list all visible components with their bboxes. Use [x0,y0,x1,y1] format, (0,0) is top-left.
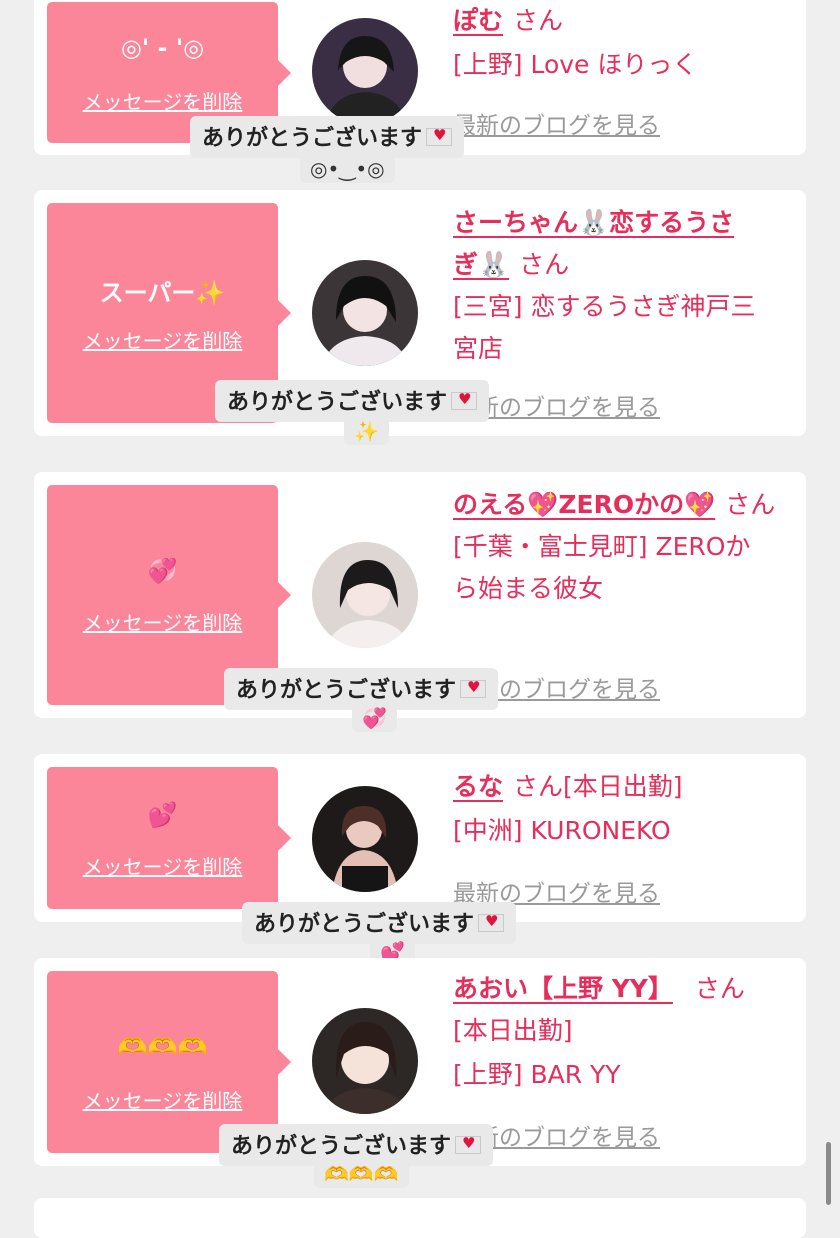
profile-name-link[interactable]: あおい【上野 YY】 [453,974,673,1003]
shop-name: [千葉・富士見町] ZEROか [453,532,751,561]
avatar[interactable] [312,260,418,366]
profile-info: のえる💖ZEROかの💖 さん [千葉・富士見町] ZEROか ら始まる彼女 [453,484,793,610]
gift-card: 💕 メッセージを削除 るな さん[本日出勤] [中洲] KURONEKO 最新のブ… [34,754,806,922]
honorific: さん [519,250,570,279]
latest-blog-link[interactable]: 最新のブログを見る [453,106,660,140]
love-letter-icon [455,1134,482,1154]
reply-text: ありがとうございます [236,678,457,703]
delete-message-link[interactable]: メッセージを削除 [47,325,278,354]
avatar[interactable] [312,542,418,648]
reply-emoji: 💞 [352,704,397,732]
message-text: 💞 [147,557,178,585]
reply-text: ありがとうございます [227,390,448,415]
avatar[interactable] [312,1008,418,1114]
reply-bubble: ありがとうございます [215,380,490,422]
avatar[interactable] [312,18,418,124]
reply-emoji: ◎•‿•◎ [300,155,395,183]
profile-info: あおい【上野 YY】 さん [本日出勤] [上野] BAR YY [453,968,793,1096]
shop-name-cont: ら始まる彼女 [453,574,604,603]
message-text: ◎' - '◎ [120,34,205,62]
delete-message-link[interactable]: メッセージを削除 [47,1085,278,1114]
reply-text: ありがとうございます [254,912,475,937]
shop-name-cont: 宮店 [453,334,504,363]
message-text: スーパー✨ [99,279,226,307]
delete-message-link[interactable]: メッセージを削除 [47,86,278,115]
reply-bubble: ありがとうございます [190,116,465,158]
today-working-badge: [本日出勤] [563,772,683,801]
honorific: さん [725,490,776,519]
profile-name-link[interactable]: ぽむ [453,6,503,35]
honorific: さん [694,974,745,1003]
shop-name: [上野] BAR YY [453,1060,621,1089]
message-text: 🫶🫶🫶 [117,1033,208,1061]
shop-name: [上野] Love ほりっく [453,50,698,79]
shop-name: [三宮] 恋するうさぎ神戸三 [453,292,756,321]
scrollbar[interactable] [826,1142,831,1205]
reply-text: ありがとうございます [231,1134,452,1159]
shop-name: [中洲] KURONEKO [453,816,671,845]
gift-card-next [34,1198,806,1238]
honorific: さん [513,772,564,801]
love-letter-icon [451,390,478,410]
delete-message-link[interactable]: メッセージを削除 [47,607,278,636]
profile-name-link[interactable]: るな [453,772,503,801]
today-working-badge: [本日出勤] [453,1016,573,1045]
profile-name-link[interactable]: のえる💖ZEROかの💖 [453,490,715,519]
delete-message-link[interactable]: メッセージを削除 [47,851,278,880]
profile-name-link[interactable]: さーちゃん🐰恋するうさ [453,208,734,237]
message-box: 💕 メッセージを削除 [47,767,291,909]
love-letter-icon [426,126,453,146]
profile-info: るな さん[本日出勤] [中洲] KURONEKO [453,766,793,852]
love-letter-icon [460,678,487,698]
profile-info: さーちゃん🐰恋するうさ ぎ🐰 さん [三宮] 恋するうさぎ神戸三 宮店 [453,202,793,370]
message-text: 💕 [147,801,178,829]
honorific: さん [513,6,564,35]
avatar[interactable] [312,786,418,892]
profile-name-link-cont[interactable]: ぎ🐰 [453,250,509,279]
love-letter-icon [478,912,505,932]
reply-emoji: 🫶🫶🫶 [314,1160,409,1188]
reply-emoji: ✨ [344,417,389,445]
reply-text: ありがとうございます [202,126,423,151]
profile-info: ぽむ さん [上野] Love ほりっく [453,0,793,86]
